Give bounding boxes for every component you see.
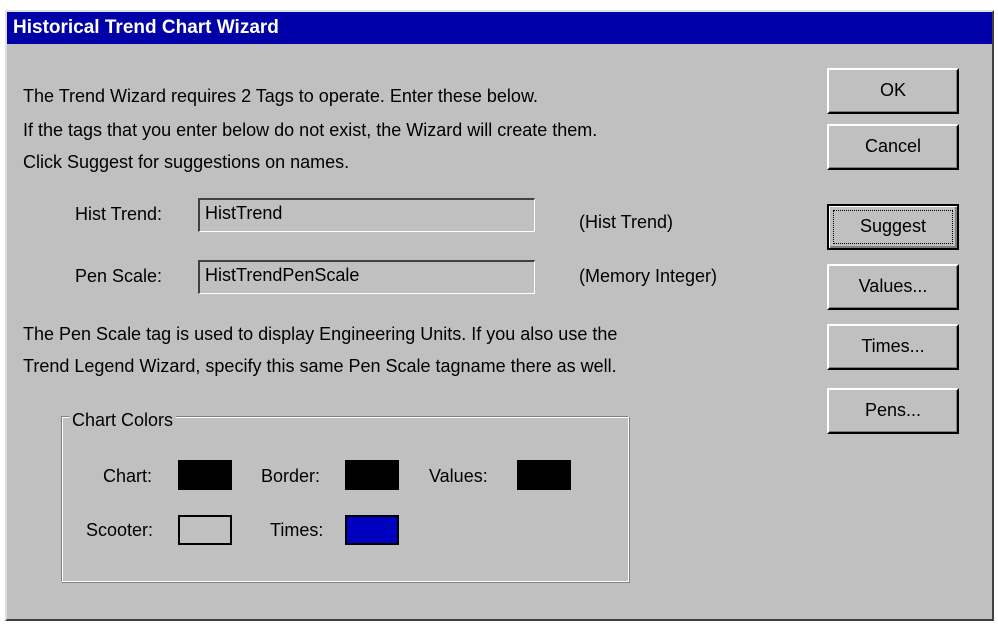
values-button[interactable]: Values... — [827, 264, 959, 310]
suggest-button[interactable]: Suggest — [827, 204, 959, 250]
chart-color-swatch[interactable] — [178, 460, 232, 490]
ok-button[interactable]: OK — [827, 68, 959, 114]
border-color-swatch[interactable] — [345, 460, 399, 490]
border-color-label: Border: — [261, 466, 321, 486]
title-bar: Historical Trend Chart Wizard — [7, 12, 992, 44]
intro-line-1: The Trend Wizard requires 2 Tags to oper… — [23, 86, 538, 106]
cancel-button[interactable]: Cancel — [827, 124, 959, 170]
dialog-title: Historical Trend Chart Wizard — [13, 17, 279, 38]
scooter-color-swatch[interactable] — [178, 515, 232, 545]
pen-scale-field[interactable]: HistTrendPenScale — [198, 260, 535, 294]
wizard-dialog: Historical Trend Chart Wizard The Trend … — [5, 10, 994, 621]
pen-scale-type: (Memory Integer) — [579, 266, 718, 286]
pen-scale-label: Pen Scale: — [75, 266, 163, 286]
intro-line-3: Click Suggest for suggestions on names. — [23, 152, 350, 172]
chart-colors-group — [61, 416, 629, 582]
times-color-swatch[interactable] — [345, 515, 399, 545]
values-color-label: Values: — [429, 466, 488, 486]
intro-line-2: If the tags that you enter below do not … — [23, 120, 598, 140]
hist-trend-type: (Hist Trend) — [579, 212, 674, 232]
values-button-label: Values... — [858, 276, 928, 296]
times-button-label: Times... — [861, 336, 925, 356]
pens-button[interactable]: Pens... — [827, 388, 959, 434]
times-color-label: Times: — [270, 520, 324, 540]
note-line-1: The Pen Scale tag is used to display Eng… — [23, 324, 618, 344]
scooter-color-label: Scooter: — [86, 520, 154, 540]
focus-rect — [833, 210, 953, 244]
values-color-swatch[interactable] — [517, 460, 571, 490]
cancel-button-label: Cancel — [864, 136, 922, 156]
ok-button-label: OK — [879, 80, 906, 100]
times-button[interactable]: Times... — [827, 324, 959, 370]
note-line-2: Trend Legend Wizard, specify this same P… — [23, 356, 617, 376]
hist-trend-field[interactable]: HistTrend — [198, 198, 535, 232]
pens-button-label: Pens... — [864, 400, 922, 420]
chart-color-label: Chart: — [103, 466, 153, 486]
chart-colors-legend: Chart Colors — [69, 410, 177, 431]
hist-trend-label: Hist Trend: — [75, 204, 163, 224]
